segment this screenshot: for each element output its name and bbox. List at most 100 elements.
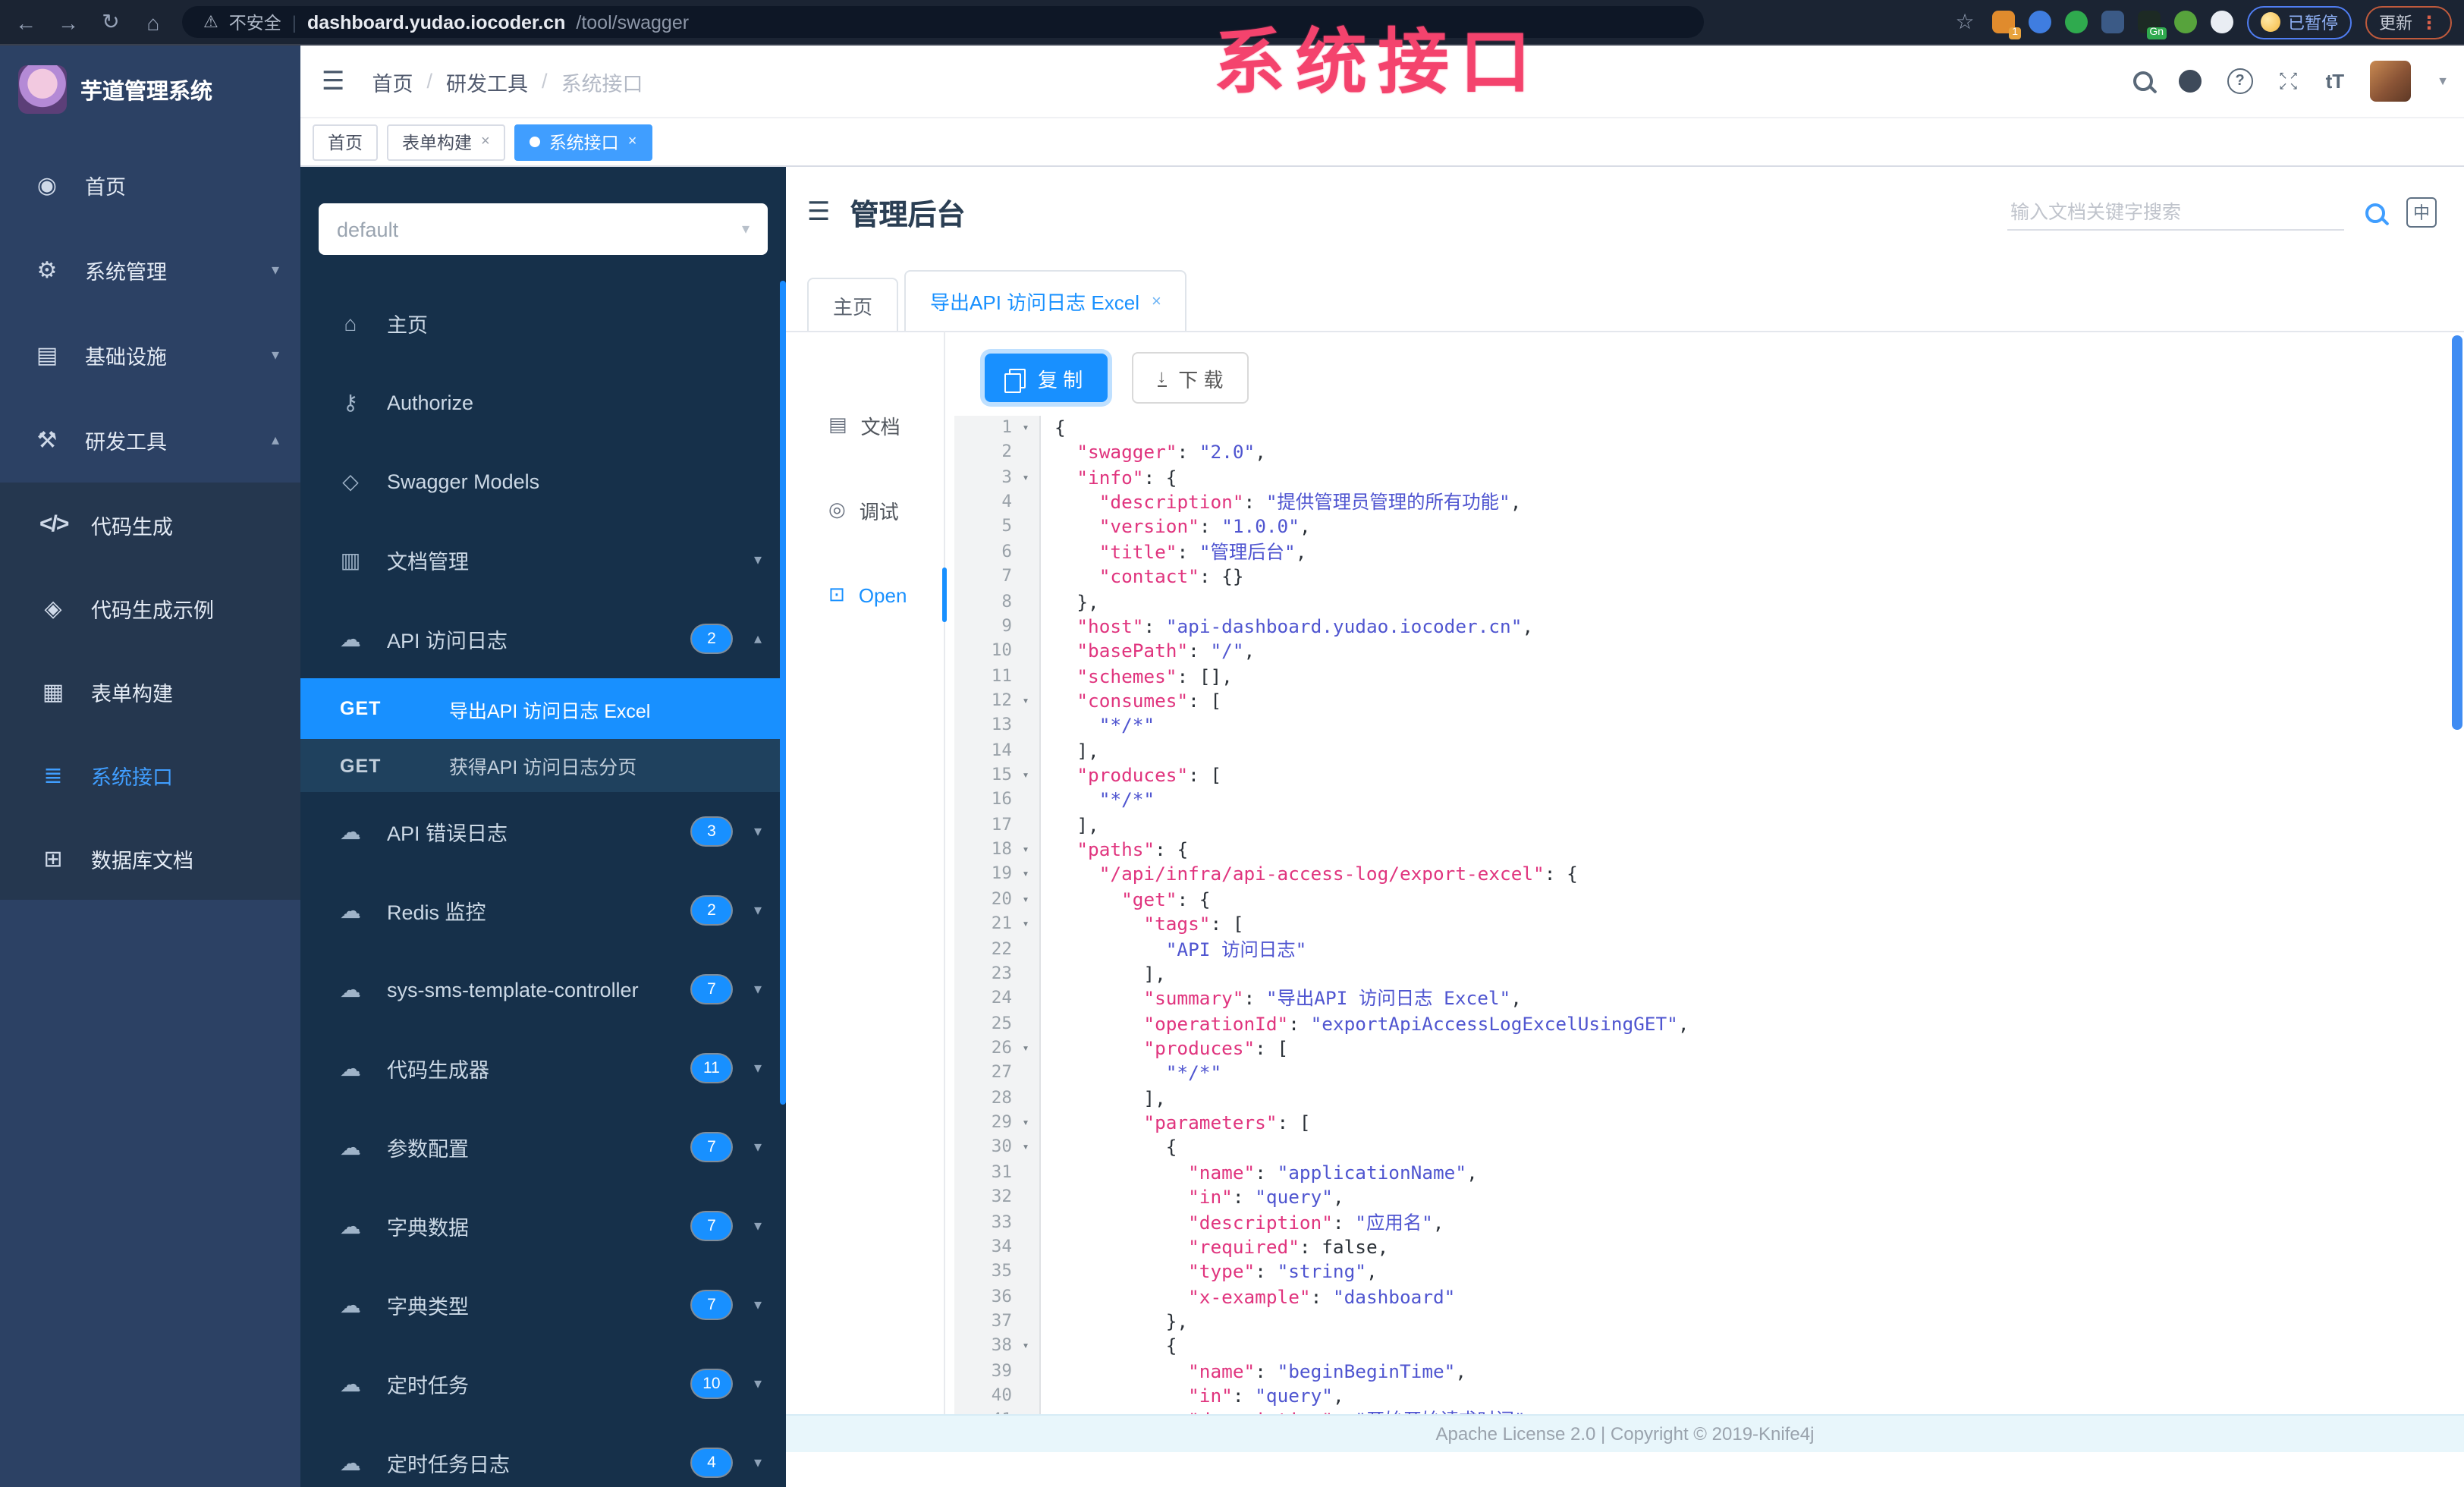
chevron-down-icon: ▾	[753, 1375, 762, 1392]
sidebar-item-基础设施[interactable]: ▤ 基础设施 ▾	[0, 313, 300, 398]
count-badge: 7	[691, 1133, 731, 1161]
doc-nav-Open[interactable]: ⊡ Open	[786, 552, 947, 637]
doc-search-input[interactable]	[2007, 195, 2344, 230]
swagger-item-API 访问日志[interactable]: ☁ API 访问日志 2 ▴	[300, 599, 786, 678]
collapse-sidebar-icon[interactable]: ☰	[807, 197, 831, 228]
doc-tab-主页[interactable]: 主页	[807, 278, 899, 331]
operation-导出API 访问日志 Excel[interactable]: GET 导出API 访问日志 Excel	[300, 678, 786, 739]
group-select-value: default	[337, 218, 399, 240]
swagger-item-主页[interactable]: ⌂ 主页	[300, 284, 786, 363]
cloud-icon: ☁	[340, 626, 361, 650]
update-button[interactable]: 更新 ⋮	[2365, 5, 2452, 39]
swagger-group-API 错误日志[interactable]: ☁ API 错误日志 3 ▾	[300, 792, 786, 871]
code-line: 15 ▾ "produces": [	[954, 763, 2449, 788]
chevron-down-icon: ▾	[753, 1060, 762, 1077]
breadcrumb-item[interactable]: 研发工具	[446, 66, 528, 96]
extension-icon[interactable]	[2174, 11, 2197, 33]
code-line: 22 "API 访问日志"	[954, 937, 2449, 962]
extension-icon[interactable]: Gn	[2138, 11, 2167, 39]
fullscreen-icon[interactable]: ↖ ↗ ↙ ↘	[2279, 71, 2300, 92]
count-badge: 7	[691, 1291, 731, 1319]
doc-search-icon[interactable]	[2365, 203, 2385, 222]
swagger-item-Authorize[interactable]: ⚷ Authorize	[300, 363, 786, 442]
copy-button[interactable]: 复 制	[985, 354, 1108, 402]
group-select[interactable]: default ▾	[319, 203, 768, 255]
chevron-down-icon[interactable]: ▼	[2437, 74, 2449, 88]
paused-pill[interactable]: 已暂停	[2247, 5, 2352, 39]
http-method-label: GET	[340, 755, 382, 776]
sidebar-item-研发工具[interactable]: ⚒ 研发工具 ▴	[0, 398, 300, 483]
line-number: 32	[991, 1187, 1012, 1207]
extension-icon[interactable]	[2211, 11, 2233, 33]
swagger-group-定时任务[interactable]: ☁ 定时任务 10 ▾	[300, 1344, 786, 1423]
download-button[interactable]: ↓ 下 载	[1131, 352, 1249, 404]
count-badge: 10	[691, 1370, 731, 1397]
swagger-group-代码生成器[interactable]: ☁ 代码生成器 11 ▾	[300, 1029, 786, 1108]
extension-icon[interactable]	[2029, 11, 2051, 33]
sidebar-subitem-表单构建[interactable]: ▦ 表单构建	[0, 649, 300, 733]
tab-表单构建[interactable]: 表单构建 ×	[387, 124, 505, 160]
code-demo-icon: ◈	[44, 596, 62, 621]
app-logo-row[interactable]: 芋道管理系统	[0, 46, 300, 127]
github-icon[interactable]	[2178, 70, 2202, 93]
cloud-icon: ☁	[340, 1055, 361, 1080]
browser-back-icon[interactable]: ←	[12, 10, 39, 34]
sidebar-subitem-代码生成[interactable]: </> 代码生成	[0, 483, 300, 566]
browser-menu-icon[interactable]: ⋮	[2420, 11, 2438, 33]
swagger-group-sys-sms-template-controller[interactable]: ☁ sys-sms-template-controller 7 ▾	[300, 950, 786, 1029]
sidebar-subitem-系统接口[interactable]: ≣ 系统接口	[0, 733, 300, 816]
help-icon[interactable]: ?	[2227, 68, 2253, 94]
open-icon: ⊡	[828, 583, 845, 605]
font-size-icon[interactable]: tT	[2326, 70, 2345, 93]
topbar: ☰ 首页 / 研发工具 / 系统接口 ? ↖ ↗ ↙ ↘ tT ▼	[300, 46, 2464, 118]
tab-系统接口[interactable]: 系统接口 ×	[514, 124, 652, 160]
swagger-item-Swagger Models[interactable]: ◇ Swagger Models	[300, 442, 786, 520]
swagger-group-Redis 监控[interactable]: ☁ Redis 监控 2 ▾	[300, 871, 786, 950]
doc-nav-调试[interactable]: ◎ 调试	[786, 467, 944, 552]
extension-icon[interactable]	[2065, 11, 2088, 33]
doc-nav-文档[interactable]: ▤ 文档	[786, 382, 944, 467]
operation-获得API 访问日志分页[interactable]: GET 获得API 访问日志分页	[300, 739, 786, 792]
search-icon[interactable]	[2132, 71, 2153, 91]
sidebar-item-系统管理[interactable]: ⚙ 系统管理 ▾	[0, 228, 300, 313]
line-number: 18	[991, 839, 1012, 860]
code-line: 31 "name": "applicationName",	[954, 1161, 2449, 1186]
extension-icon[interactable]	[2101, 11, 2124, 33]
swagger-group-字典数据[interactable]: ☁ 字典数据 7 ▾	[300, 1187, 786, 1265]
sidebar-subitem-代码生成示例[interactable]: ◈ 代码生成示例	[0, 566, 300, 649]
bookmark-star-icon[interactable]: ☆	[1951, 9, 1978, 35]
browser-refresh-icon[interactable]: ↻	[97, 9, 124, 35]
breadcrumb-item[interactable]: 首页	[372, 66, 413, 96]
hamburger-icon[interactable]: ☰	[322, 66, 345, 96]
code-line: 28 ],	[954, 1086, 2449, 1111]
content-scrollbar[interactable]	[2452, 335, 2462, 730]
doc-tab-导出API 访问日志 Excel[interactable]: 导出API 访问日志 Excel ×	[904, 270, 1187, 331]
swagger-group-参数配置[interactable]: ☁ 参数配置 7 ▾	[300, 1108, 786, 1187]
code-line: 29 ▾ "parameters": [	[954, 1111, 2449, 1136]
address-bar[interactable]: ⚠ 不安全 | dashboard.yudao.iocoder.cn/tool/…	[182, 6, 1704, 38]
tab-首页[interactable]: 首页	[313, 124, 378, 160]
sidebar-item-首页[interactable]: ◉ 首页	[0, 143, 300, 228]
swagger-group-定时任务日志[interactable]: ☁ 定时任务日志 4 ▾	[300, 1423, 786, 1487]
extension-icon[interactable]: 1	[1992, 11, 2021, 39]
swagger-item-文档管理[interactable]: ▥ 文档管理 ▾	[300, 520, 786, 599]
line-number: 9	[1001, 615, 1012, 636]
avatar[interactable]	[2370, 61, 2412, 102]
code-editor[interactable]: 1 ▾{2 "swagger": "2.0", 3 ▾ "info": {4 "des…	[954, 416, 2449, 1416]
code-line: 33 "description": "应用名",	[954, 1210, 2449, 1235]
document-icon: ▤	[828, 413, 847, 435]
swagger-group-字典类型[interactable]: ☁ 字典类型 7 ▾	[300, 1265, 786, 1344]
cloud-icon: ☁	[340, 1450, 361, 1474]
sidebar-scrollbar[interactable]	[780, 281, 786, 1105]
close-icon[interactable]: ×	[1152, 292, 1161, 310]
code-text: "description": "应用名",	[1188, 1212, 1444, 1233]
language-icon[interactable]: 中	[2406, 197, 2437, 228]
close-icon[interactable]: ×	[481, 134, 490, 150]
sidebar-subitem-数据库文档[interactable]: ⊞ 数据库文档	[0, 816, 300, 900]
code-text: "host": "api-dashboard.yudao.iocoder.cn"…	[1076, 615, 1534, 637]
browser-forward-icon[interactable]: →	[55, 10, 82, 34]
footer-text: Apache License 2.0 | Copyright © 2019-Kn…	[1435, 1423, 1815, 1445]
close-icon[interactable]: ×	[628, 134, 637, 150]
count-badge: 2	[691, 897, 731, 924]
browser-home-icon[interactable]: ⌂	[140, 10, 167, 34]
